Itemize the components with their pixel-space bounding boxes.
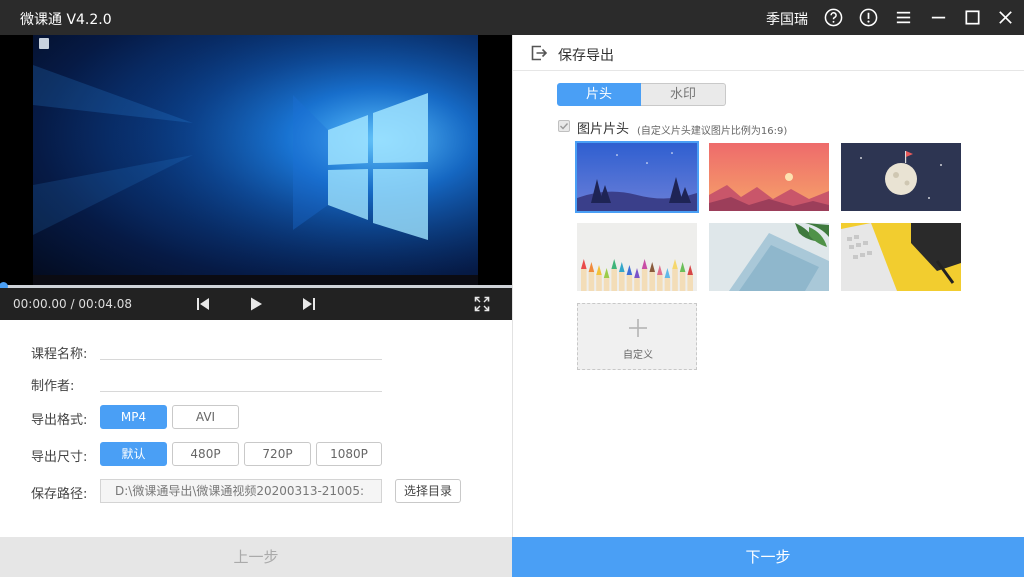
intro-thumbnail-keyboard[interactable] <box>841 223 961 291</box>
close-icon[interactable] <box>996 8 1015 27</box>
skip-previous-icon[interactable] <box>195 296 211 312</box>
save-path-field[interactable]: D:\微课通导出\微课通视频20200313-21005: <box>100 479 382 503</box>
course-name-field[interactable] <box>100 359 382 360</box>
username[interactable]: 季国瑞 <box>766 9 808 29</box>
player-controls: 00:00.00 / 00:04.08 <box>0 288 512 320</box>
size-label: 导出尺寸: <box>31 450 88 465</box>
windows-wallpaper <box>33 35 478 285</box>
path-label: 保存路径: <box>31 487 88 502</box>
fullscreen-icon[interactable] <box>474 296 490 312</box>
minimize-icon[interactable] <box>929 8 948 27</box>
image-intro-checkbox[interactable] <box>558 120 570 132</box>
author-field[interactable] <box>100 391 382 392</box>
play-icon[interactable] <box>248 296 264 312</box>
tab-intro[interactable]: 片头 <box>557 83 641 106</box>
intro-thumbnail-moon[interactable] <box>841 143 961 211</box>
format-avi-button[interactable]: AVI <box>172 405 239 429</box>
next-step-button[interactable]: 下一步 <box>512 537 1024 577</box>
title-bar: 微课通 V4.2.0 季国瑞 <box>0 0 1024 35</box>
intro-thumbnail-sunset[interactable] <box>709 143 829 211</box>
export-icon <box>530 44 548 62</box>
size-1080p-button[interactable]: 1080P <box>316 442 382 466</box>
alert-icon[interactable] <box>859 8 878 27</box>
video-frame <box>33 35 478 285</box>
maximize-icon[interactable] <box>963 8 982 27</box>
recycle-bin-icon <box>39 38 49 49</box>
size-720p-button[interactable]: 720P <box>244 442 311 466</box>
size-default-button[interactable]: 默认 <box>100 442 167 466</box>
video-preview[interactable] <box>0 35 512 285</box>
skip-next-icon[interactable] <box>301 296 317 312</box>
intro-thumbnail-notebook[interactable] <box>709 223 829 291</box>
image-intro-hint: (自定义片头建议图片比例为16:9) <box>637 126 788 137</box>
format-mp4-button[interactable]: MP4 <box>100 405 167 429</box>
format-label: 导出格式: <box>31 413 88 428</box>
help-icon[interactable] <box>824 8 843 27</box>
author-label: 制作者: <box>31 379 75 394</box>
image-intro-label: 图片片头 <box>577 122 630 137</box>
intro-thumbnail-pencils[interactable] <box>577 223 697 291</box>
export-panel-header: 保存导出 <box>513 35 1024 71</box>
desktop-taskbar <box>33 275 478 285</box>
custom-intro-label: 自定义 <box>623 350 653 361</box>
previous-step-button[interactable]: 上一步 <box>0 537 512 577</box>
menu-icon[interactable] <box>894 8 913 27</box>
export-panel: 保存导出 片头 水印 图片片头 (自定义片头建议图片比例为16:9) 自定义 <box>512 35 1024 537</box>
app-title: 微课通 V4.2.0 <box>20 12 112 28</box>
intro-thumbnail-night-sky[interactable] <box>575 141 699 213</box>
size-480p-button[interactable]: 480P <box>172 442 239 466</box>
plus-icon <box>628 318 648 338</box>
export-panel-title: 保存导出 <box>558 48 614 64</box>
course-name-label: 课程名称: <box>31 347 88 362</box>
choose-directory-button[interactable]: 选择目录 <box>395 479 461 503</box>
timecode: 00:00.00 / 00:04.08 <box>13 297 133 311</box>
tab-watermark[interactable]: 水印 <box>641 83 726 106</box>
custom-intro-tile[interactable]: 自定义 <box>577 303 697 370</box>
